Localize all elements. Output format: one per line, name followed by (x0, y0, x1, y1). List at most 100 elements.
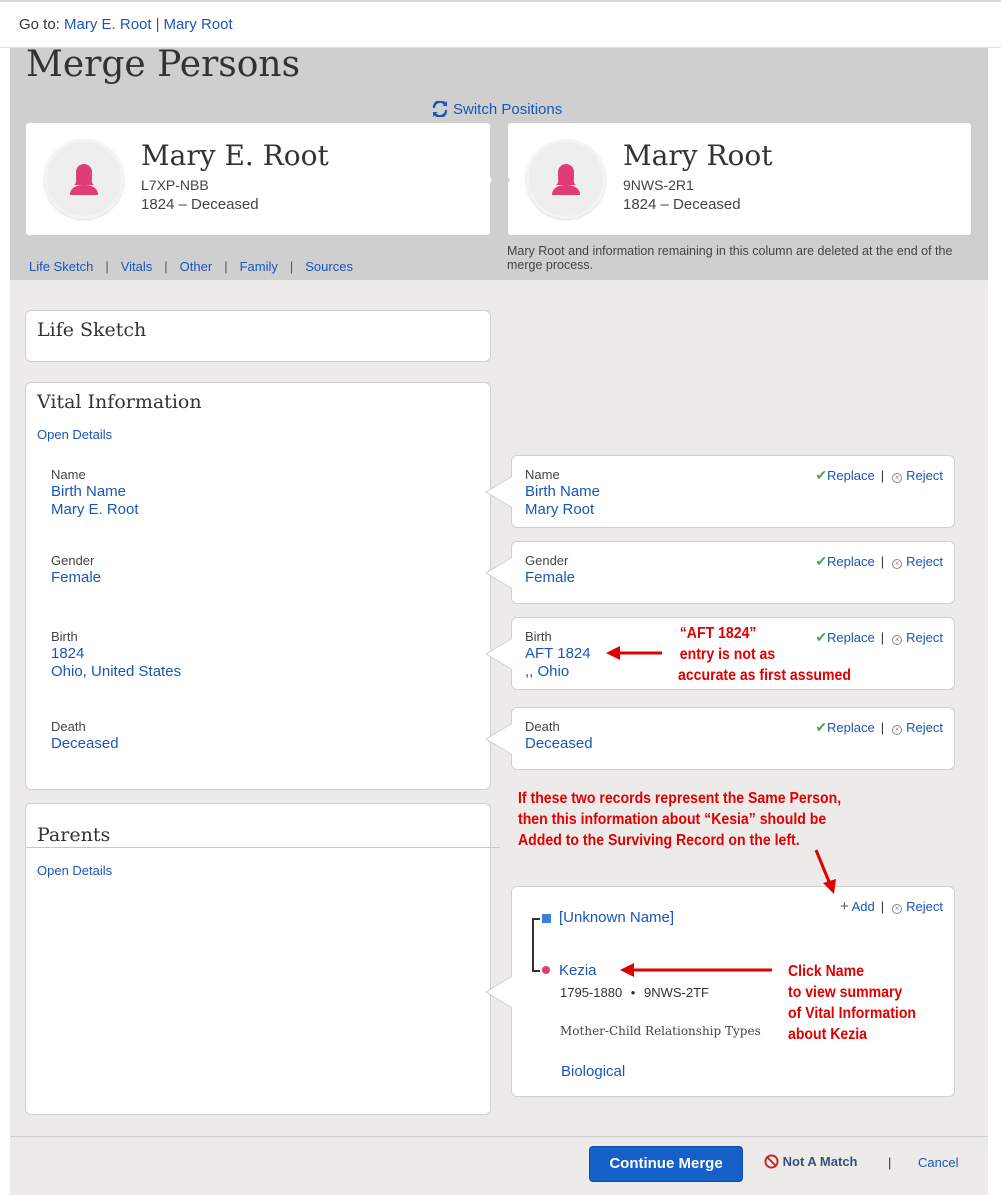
switch-positions-button[interactable]: Switch Positions (432, 99, 563, 119)
vital-info-card: Vital Information Open Details Name Birt… (25, 382, 491, 790)
duplicate-id: 9NWS-2R1 (623, 177, 694, 193)
gender-label: Gender (525, 553, 569, 568)
survivor-name: Mary E. Root (141, 139, 329, 172)
reject-icon: × (892, 725, 903, 735)
arrow-icon (814, 849, 836, 894)
gender-value[interactable]: Female (525, 569, 575, 587)
survivor-id: L7XP-NBB (141, 177, 209, 193)
reject-icon: × (892, 473, 903, 483)
name-label: Name (525, 467, 560, 482)
nav-other[interactable]: Other (180, 259, 213, 274)
female-person-icon (552, 164, 580, 195)
card-notch-cut (498, 163, 510, 197)
replace-button[interactable]: Replace (827, 720, 875, 735)
birth-place[interactable]: Ohio, United States (51, 663, 181, 681)
death-label: Death (51, 719, 86, 734)
name-value[interactable]: Mary Root (525, 501, 594, 519)
goto-bar: Go to: Mary E. Root | Mary Root (0, 0, 1001, 48)
pointer-fill (487, 639, 512, 669)
name-value[interactable]: Mary E. Root (51, 501, 139, 519)
tree-line (532, 970, 540, 972)
mother-details: 1795-1880 • 9NWS-2TF (560, 985, 709, 1000)
birth-label: Birth (51, 629, 78, 644)
name-actions: ✔Replace | × Reject (815, 467, 943, 483)
avatar (44, 139, 124, 219)
survivor-lifespan: 1824 – Deceased (141, 196, 259, 213)
goto-prefix: Go to: (19, 16, 60, 33)
check-icon: ✔ (815, 467, 828, 483)
not-a-match-button[interactable]: Not A Match (764, 1154, 858, 1169)
pointer-fill (487, 558, 512, 588)
reject-icon: × (892, 904, 903, 914)
relationship-value[interactable]: Biological (561, 1063, 625, 1081)
page-title: Merge Persons (26, 44, 301, 85)
survivor-card: Mary E. Root L7XP-NBB 1824 – Deceased (26, 123, 490, 235)
reject-button[interactable]: Reject (906, 720, 943, 735)
goto-link-duplicate[interactable]: Mary Root (163, 16, 232, 33)
duplicate-name: Mary Root (623, 139, 773, 172)
life-sketch-card: Life Sketch (25, 310, 491, 362)
reject-button[interactable]: Reject (906, 899, 943, 914)
parents-card: Parents Open Details (25, 803, 491, 1115)
cancel-link[interactable]: Cancel (918, 1155, 958, 1170)
reject-button[interactable]: Reject (906, 554, 943, 569)
parents-divider (26, 847, 500, 848)
nav-sources[interactable]: Sources (305, 259, 353, 274)
switch-positions-label: Switch Positions (453, 101, 563, 118)
birth-date[interactable]: AFT 1824 (525, 645, 591, 663)
reject-button[interactable]: Reject (906, 468, 943, 483)
goto-link-survivor[interactable]: Mary E. Root (64, 16, 152, 33)
mother-dates: 1795-1880 (560, 985, 623, 1000)
gender-actions: ✔Replace | × Reject (815, 553, 943, 569)
dup-death-card: Death Deceased ✔Replace | × Reject (511, 707, 955, 770)
duplicate-card: Mary Root 9NWS-2R1 1824 – Deceased (508, 123, 971, 235)
not-a-match-label: Not A Match (782, 1154, 858, 1169)
goto-separator: | (155, 16, 160, 33)
death-value[interactable]: Deceased (525, 735, 593, 753)
reject-button[interactable]: Reject (906, 630, 943, 645)
vital-open-details-link[interactable]: Open Details (37, 427, 112, 442)
arrow-icon (606, 646, 662, 660)
check-icon: ✔ (815, 719, 828, 735)
name-type[interactable]: Birth Name (51, 483, 126, 501)
pointer-fill (487, 977, 512, 1007)
mother-name-link[interactable]: Kezia (559, 962, 597, 980)
nav-family[interactable]: Family (240, 259, 278, 274)
female-person-icon (70, 164, 98, 195)
name-label: Name (51, 467, 86, 482)
replace-button[interactable]: Replace (827, 554, 875, 569)
death-value[interactable]: Deceased (51, 735, 119, 753)
birth-place[interactable]: ,, Ohio (525, 663, 569, 681)
parents-open-details-link[interactable]: Open Details (37, 863, 112, 878)
gender-value[interactable]: Female (51, 569, 101, 587)
male-marker-icon (542, 914, 551, 923)
death-actions: ✔Replace | × Reject (815, 719, 943, 735)
dup-name-card: Name Birth Name Mary Root ✔Replace | × Reje… (511, 455, 955, 528)
birth-date[interactable]: 1824 (51, 645, 84, 663)
duplicate-lifespan: 1824 – Deceased (623, 196, 741, 213)
replace-button[interactable]: Replace (827, 468, 875, 483)
vital-info-title: Vital Information (37, 391, 202, 413)
pointer-fill (487, 724, 512, 754)
dup-gender-card: Gender Female ✔Replace | × Reject (511, 541, 955, 604)
nav-life-sketch[interactable]: Life Sketch (29, 259, 93, 274)
father-name-link[interactable]: [Unknown Name] (559, 909, 674, 927)
nav-vitals[interactable]: Vitals (121, 259, 153, 274)
prohibited-icon (764, 1154, 779, 1169)
avatar (526, 139, 606, 219)
reject-icon: × (892, 635, 903, 645)
add-button[interactable]: Add (852, 899, 875, 914)
delete-note: Mary Root and information remaining in t… (507, 244, 953, 272)
parents-title: Parents (37, 824, 111, 846)
arrow-icon (620, 963, 772, 977)
continue-merge-button[interactable]: Continue Merge (589, 1146, 743, 1182)
annotation-click-name: Click Name to view summary of Vital Info… (788, 963, 917, 1043)
footer-separator: | (888, 1155, 892, 1170)
reject-icon: × (892, 559, 903, 569)
name-type[interactable]: Birth Name (525, 483, 600, 501)
female-marker-icon (542, 966, 550, 974)
tree-line (532, 918, 534, 972)
tree-line (532, 918, 540, 920)
annotation-same-person: If these two records represent the Same … (518, 790, 842, 849)
gender-label: Gender (51, 553, 95, 568)
